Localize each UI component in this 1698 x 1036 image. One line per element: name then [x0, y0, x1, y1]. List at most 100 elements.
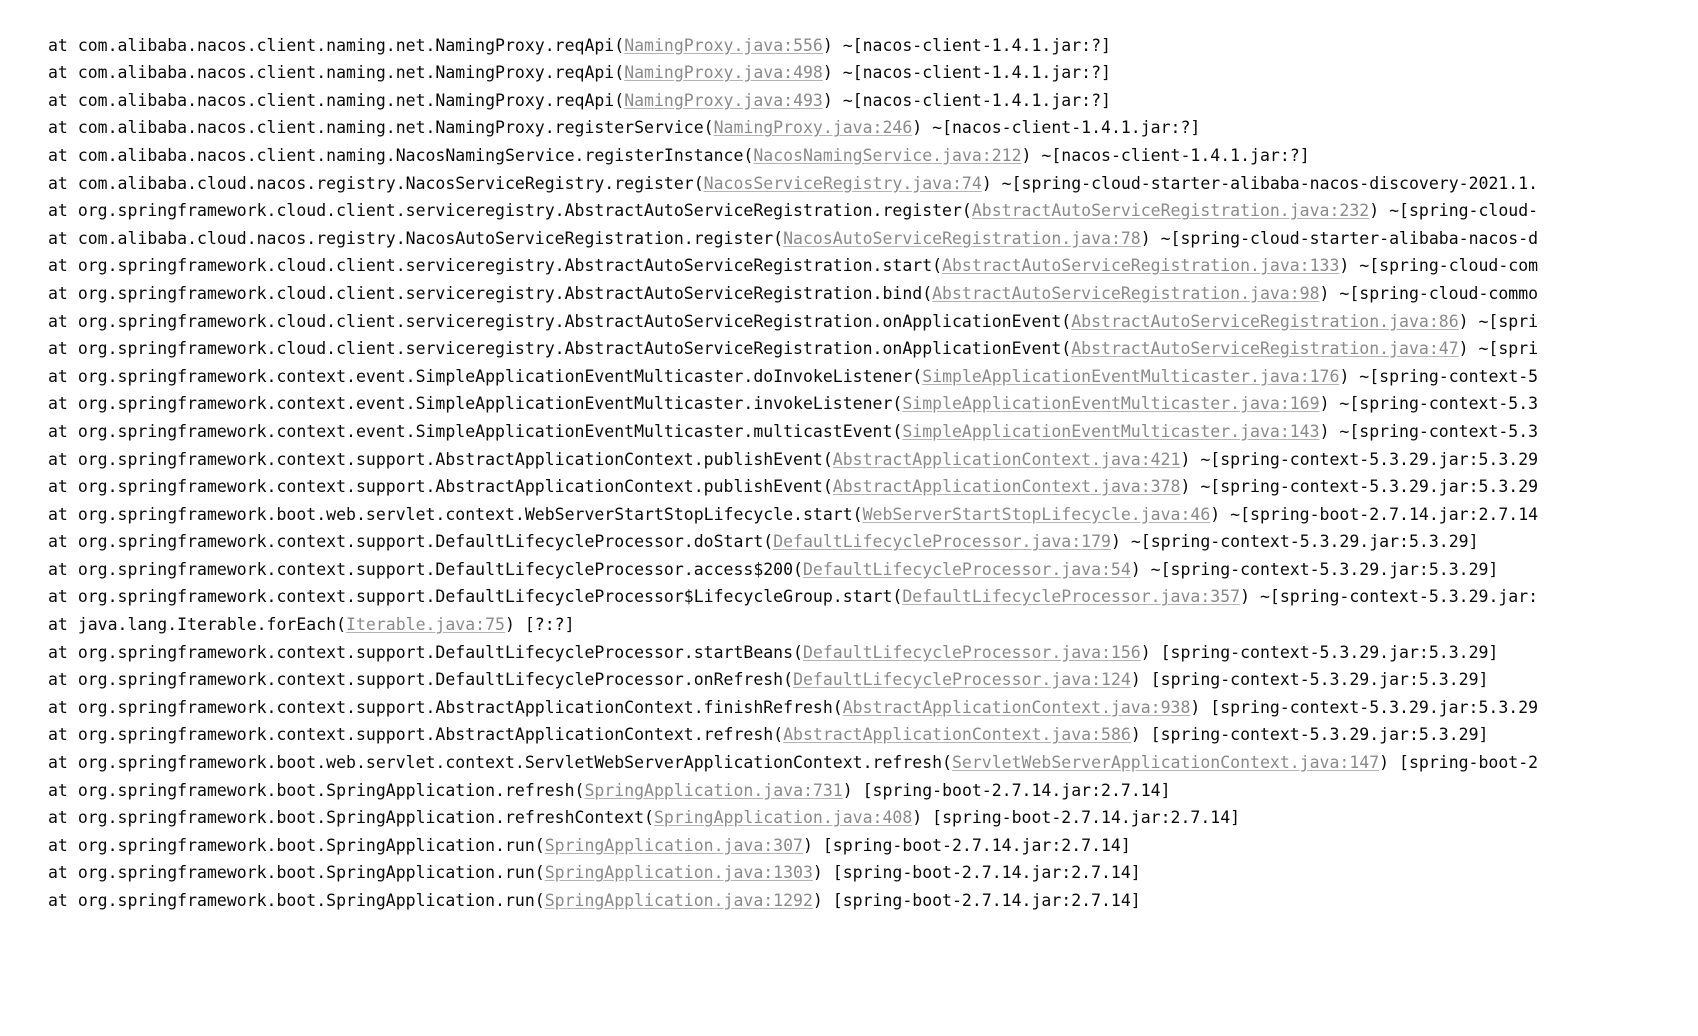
- frame-tail: ) ~[nacos-client-1.4.1.jar:?]: [912, 118, 1201, 138]
- frame-at-keyword: at: [48, 35, 78, 55]
- frame-tail: ) ~[spri: [1458, 339, 1539, 359]
- frame-method: org.springframework.boot.SpringApplicati…: [77, 780, 585, 800]
- frame-file-link[interactable]: AbstractApplicationContext.java:586: [783, 725, 1131, 744]
- stack-frame: at org.springframework.context.event.Sim…: [0, 418, 1698, 446]
- stack-frame: at org.springframework.boot.SpringApplic…: [0, 887, 1698, 915]
- frame-file-link[interactable]: AbstractAutoServiceRegistration.java:232: [972, 201, 1369, 220]
- frame-file-link[interactable]: AbstractAutoServiceRegistration.java:47: [1071, 339, 1458, 358]
- frame-file-link[interactable]: NacosAutoServiceRegistration.java:78: [783, 229, 1141, 248]
- frame-at-keyword: at: [48, 145, 78, 165]
- frame-file-link[interactable]: DefaultLifecycleProcessor.java:357: [902, 587, 1240, 606]
- frame-file-link[interactable]: NamingProxy.java:493: [624, 91, 823, 110]
- frame-file-link[interactable]: SimpleApplicationEventMulticaster.java:1…: [902, 394, 1319, 413]
- exception-header-line: com.alibaba.nacos.api.exception.NacosExc…: [0, 4, 1698, 32]
- stack-frame: at org.springframework.cloud.client.serv…: [0, 308, 1698, 336]
- stack-frame: at org.springframework.context.support.A…: [0, 694, 1698, 722]
- frame-file-link[interactable]: ServletWebServerApplicationContext.java:…: [952, 753, 1379, 772]
- frame-tail: ) ~[spring-context-5.3: [1319, 394, 1539, 414]
- frame-method: org.springframework.context.support.Defa…: [77, 587, 903, 607]
- frame-file-link[interactable]: DefaultLifecycleProcessor.java:179: [773, 532, 1111, 551]
- run-console-output[interactable]: com.alibaba.nacos.api.exception.NacosExc…: [0, 0, 1698, 1036]
- frame-file-link[interactable]: AbstractAutoServiceRegistration.java:98: [932, 284, 1319, 303]
- frame-method: org.springframework.context.support.Abst…: [77, 697, 843, 717]
- frame-file-link[interactable]: NamingProxy.java:246: [714, 118, 913, 137]
- frame-tail: ) [spring-context-5.3.29.jar:5.3.29]: [1130, 670, 1489, 690]
- frame-file-link[interactable]: NamingProxy.java:498: [624, 63, 823, 82]
- frame-tail: ) ~[spring-cloud-starter-alibaba-nacos-d…: [981, 173, 1539, 193]
- frame-at-keyword: at: [48, 642, 78, 662]
- frame-file-link[interactable]: SpringApplication.java:731: [584, 781, 842, 800]
- frame-tail: ) ~[spring-cloud-starter-alibaba-nacos-d: [1140, 228, 1539, 248]
- stack-frame-redacted: at com.Application.main(Application.java…: [0, 915, 1698, 943]
- frame-method: org.springframework.boot.web.servlet.con…: [77, 753, 952, 773]
- stack-frame: at org.springframework.cloud.client.serv…: [0, 197, 1698, 225]
- frame-tail: ) ~[spring-cloud-com: [1339, 256, 1539, 276]
- frame-at-keyword: at: [48, 394, 78, 414]
- stack-frame: at org.springframework.boot.web.servlet.…: [0, 501, 1698, 529]
- frame-tail: ) [spring-boot-2.7.14.jar:2.7.14]: [812, 891, 1141, 910]
- frame-tail: ) ~[spring-context-5.3.29.jar:5.3.29: [1180, 449, 1539, 469]
- frame-file-link[interactable]: SimpleApplicationEventMulticaster.java:1…: [902, 422, 1319, 441]
- frame-at-keyword: at: [48, 339, 78, 359]
- frame-file-link[interactable]: NacosNamingService.java:212: [753, 146, 1021, 165]
- stack-frame: at org.springframework.context.support.A…: [0, 446, 1698, 474]
- frame-file-link[interactable]: AbstractApplicationContext.java:938: [843, 698, 1191, 717]
- frame-tail: ) ~[nacos-client-1.4.1.jar:?]: [822, 63, 1111, 83]
- frame-file-link[interactable]: SimpleApplicationEventMulticaster.java:1…: [922, 367, 1339, 386]
- frame-file-link[interactable]: WebServerStartStopLifecycle.java:46: [863, 505, 1211, 524]
- frame-at-keyword: at: [48, 780, 78, 800]
- frame-tail: ) ~[spring-context-5.3: [1319, 421, 1539, 441]
- frame-at-keyword: at: [48, 863, 78, 883]
- frame-method: org.springframework.cloud.client.service…: [77, 256, 943, 276]
- frame-file-link[interactable]: DefaultLifecycleProcessor.java:124: [793, 670, 1131, 689]
- frame-tail: ) ~[spring-context-5: [1339, 366, 1539, 386]
- frame-file-link[interactable]: SpringApplication.java:307: [545, 836, 803, 855]
- stack-frame: at org.springframework.boot.SpringApplic…: [0, 777, 1698, 805]
- frame-at-keyword: at: [48, 449, 78, 469]
- frame-file-link[interactable]: SpringApplication.java:408: [654, 808, 912, 827]
- stack-frame: at com.alibaba.nacos.client.naming.net.N…: [0, 32, 1698, 60]
- frame-tail: ) [spring-boot-2.7.14.jar:2.7.14]: [812, 863, 1141, 883]
- frame-file-link[interactable]: SpringApplication.java:1292: [545, 891, 813, 910]
- frame-file-link[interactable]: SpringApplication.java:1303: [545, 863, 813, 882]
- frame-file-link[interactable]: AbstractAutoServiceRegistration.java:133: [942, 256, 1339, 275]
- frame-method: com.alibaba.nacos.client.naming.net.Nami…: [77, 118, 714, 138]
- frame-tail: ) ~[spring-boot-2.7.14.jar:2.7.14: [1210, 504, 1539, 524]
- frame-at-keyword: at: [48, 173, 78, 193]
- stack-frame: at org.springframework.context.support.A…: [0, 473, 1698, 501]
- stack-frame: at org.springframework.context.event.Sim…: [0, 390, 1698, 418]
- frame-tail: ) ~[nacos-client-1.4.1.jar:?]: [1021, 145, 1310, 165]
- frame-at-keyword: at: [48, 559, 78, 579]
- stack-frame: at java.lang.Iterable.forEach(Iterable.j…: [0, 611, 1698, 639]
- stack-frame: at org.springframework.context.support.D…: [0, 639, 1698, 667]
- frame-method: java.lang.Iterable.forEach(: [77, 615, 347, 635]
- frame-tail: ) ~[nacos-client-1.4.1.jar:?]: [822, 90, 1111, 110]
- frame-at-keyword: at: [48, 228, 78, 248]
- frame-method: com.alibaba.nacos.client.naming.NacosNam…: [77, 145, 754, 165]
- stack-frame: at org.springframework.cloud.client.serv…: [0, 252, 1698, 280]
- frame-at-keyword: at: [48, 201, 78, 221]
- frame-method: org.springframework.context.support.Defa…: [77, 559, 803, 579]
- frame-file-link[interactable]: AbstractApplicationContext.java:421: [833, 450, 1181, 469]
- frame-file-link[interactable]: AbstractAutoServiceRegistration.java:86: [1071, 312, 1458, 331]
- frame-tail: ) [spring-context-5.3.29.jar:5.3.29]: [1130, 725, 1489, 745]
- frame-tail: ) [spring-boot-2: [1379, 753, 1539, 773]
- frame-method: org.springframework.boot.SpringApplicati…: [77, 808, 654, 828]
- stack-frame: at org.springframework.cloud.client.serv…: [0, 280, 1698, 308]
- frame-tail: ) ~[spring-cloud-commo: [1319, 283, 1539, 303]
- stack-frame: at org.springframework.boot.SpringApplic…: [0, 804, 1698, 832]
- frame-tail: ) [spring-boot-2.7.14.jar:2.7.14]: [802, 835, 1131, 855]
- frame-method: com.alibaba.nacos.client.naming.net.Nami…: [77, 63, 625, 83]
- stack-frame: at com.alibaba.nacos.client.naming.net.N…: [0, 59, 1698, 87]
- frame-at-keyword: at: [48, 366, 78, 386]
- frame-method: org.springframework.context.support.Defa…: [77, 670, 794, 690]
- stack-frame: at org.springframework.cloud.client.serv…: [0, 335, 1698, 363]
- frame-file-link[interactable]: AbstractApplicationContext.java:378: [833, 477, 1181, 496]
- frame-method: org.springframework.context.support.Abst…: [77, 449, 833, 469]
- frame-file-link[interactable]: Iterable.java:75: [346, 615, 505, 634]
- frame-file-link[interactable]: DefaultLifecycleProcessor.java:156: [803, 643, 1141, 662]
- frame-file-link[interactable]: NacosServiceRegistry.java:74: [704, 174, 982, 193]
- frame-at-keyword: at: [48, 90, 78, 110]
- frame-file-link[interactable]: NamingProxy.java:556: [624, 36, 823, 55]
- frame-file-link[interactable]: DefaultLifecycleProcessor.java:54: [803, 560, 1131, 579]
